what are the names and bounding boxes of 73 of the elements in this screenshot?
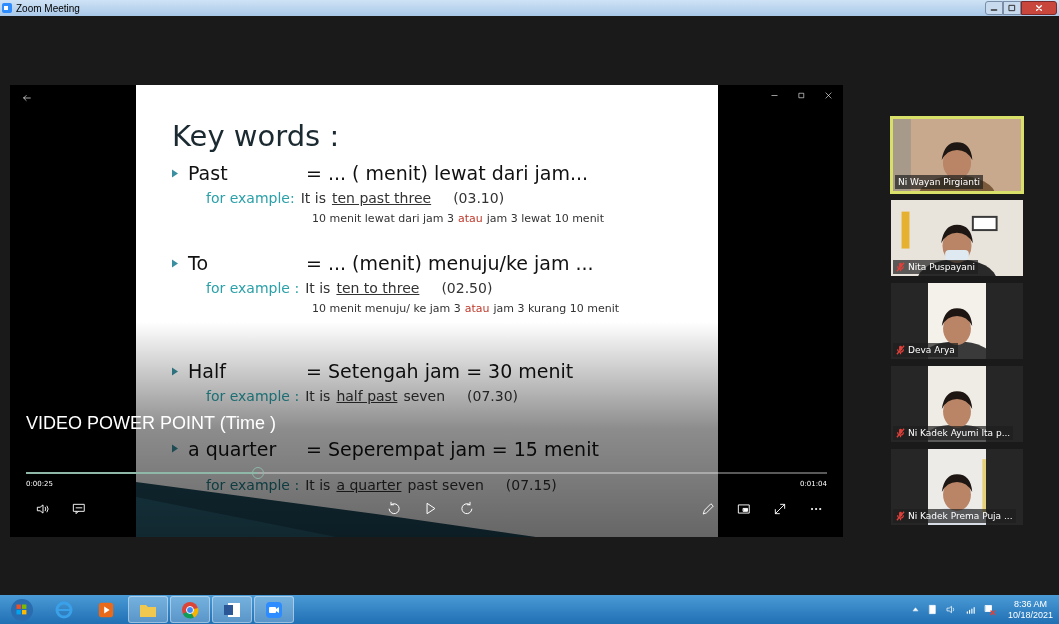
- pen-icon[interactable]: [701, 502, 715, 516]
- participant-name: Ni Kadek Prema Puja ...: [908, 510, 1013, 522]
- example-label: for example:: [206, 188, 295, 208]
- example-text: It is: [300, 188, 326, 208]
- example-time: (03.10): [453, 188, 505, 208]
- back-arrow-icon[interactable]: [22, 93, 32, 103]
- captions-icon[interactable]: [72, 502, 86, 516]
- fullscreen-icon[interactable]: [773, 502, 787, 516]
- participant-name: Nita Puspayani: [908, 261, 976, 273]
- close-icon[interactable]: [824, 91, 833, 100]
- close-icon: [1035, 4, 1043, 12]
- note-text: jam 3 kurang 10 menit: [493, 300, 620, 317]
- participant-name: Ni Kadek Ayumi Ita p...: [908, 427, 1011, 439]
- minimize-button[interactable]: [985, 1, 1003, 15]
- participant-tile[interactable]: Ni Kadek Ayumi Ita p...: [890, 365, 1024, 443]
- participant-tile[interactable]: Nita Puspayani: [890, 199, 1024, 277]
- maximize-button[interactable]: [1003, 1, 1021, 15]
- term: Half: [188, 359, 228, 384]
- participant-name: Deva Arya: [908, 344, 955, 356]
- note-text: 10 menit lewat dari jam 3: [312, 210, 454, 227]
- example-label: for example :: [206, 386, 300, 406]
- bullet-icon: [172, 168, 178, 178]
- example-text: It is: [305, 476, 331, 495]
- bullet-icon: [172, 444, 178, 454]
- network-error-icon[interactable]: [983, 603, 996, 616]
- clock-date[interactable]: 10/18/2021: [1007, 609, 1053, 621]
- example-time: (02.50): [441, 278, 493, 298]
- signal-icon[interactable]: [964, 604, 976, 615]
- example-text: seven: [403, 386, 446, 406]
- example-phrase: ten past three: [331, 188, 432, 208]
- example-text: It is: [305, 386, 331, 406]
- example-text: It is: [305, 278, 331, 298]
- definition: = Seperempat jam = 15 menit: [306, 436, 599, 462]
- example-time: (07.15): [505, 476, 557, 495]
- term: To: [188, 251, 209, 276]
- rewind-icon[interactable]: [386, 501, 401, 516]
- restore-icon: [1008, 4, 1016, 12]
- example-text: past seven: [407, 476, 484, 495]
- word-taskbar-icon[interactable]: [212, 596, 252, 623]
- clock-time[interactable]: 8:36 AM: [1013, 598, 1047, 610]
- note-conjunction: atau: [464, 300, 490, 317]
- example-phrase: ten to three: [336, 278, 420, 298]
- participant-tile[interactable]: Ni Wayan Pirgianti: [890, 116, 1024, 194]
- definition: = Setengah jam = 30 menit: [306, 359, 574, 384]
- term: a quarter: [188, 436, 278, 462]
- example-label: for example :: [206, 476, 300, 495]
- participant-name: Ni Wayan Pirgianti: [898, 176, 981, 188]
- note-text: 10 menit menuju/ ke jam 3: [312, 300, 461, 317]
- windows-logo-icon: [11, 598, 33, 621]
- definition: = ... ( menit) lewat dari jam...: [306, 161, 588, 186]
- volume-icon[interactable]: [36, 502, 50, 516]
- definition: = ... (menit) menuju/ke jam ...: [306, 251, 594, 276]
- example-phrase: half past: [336, 386, 398, 406]
- example-time: (07.30): [467, 386, 519, 406]
- device-icon[interactable]: [926, 604, 938, 615]
- slide-heading: Key words :: [172, 119, 341, 153]
- zoom-taskbar-icon[interactable]: [254, 596, 294, 623]
- bullet-icon: [172, 258, 178, 268]
- bullet-icon: [172, 366, 178, 376]
- miniplayer-icon[interactable]: [737, 502, 751, 516]
- participant-tile[interactable]: Deva Arya: [890, 282, 1024, 360]
- term: Past: [188, 161, 229, 186]
- note-text: jam 3 lewat 10 menit: [486, 210, 604, 227]
- participant-tile[interactable]: Ni Kadek Prema Puja ...: [890, 448, 1024, 526]
- fast-forward-icon[interactable]: [460, 501, 475, 516]
- app-icon: [2, 3, 12, 13]
- note-conjunction: atau: [458, 210, 483, 227]
- tray-arrow-icon[interactable]: [911, 606, 919, 613]
- restore-icon[interactable]: [797, 91, 806, 100]
- example-label: for example :: [206, 278, 300, 298]
- close-button[interactable]: [1021, 1, 1057, 15]
- window-title: Zoom Meeting: [16, 1, 80, 16]
- example-phrase: a quarter: [336, 476, 402, 495]
